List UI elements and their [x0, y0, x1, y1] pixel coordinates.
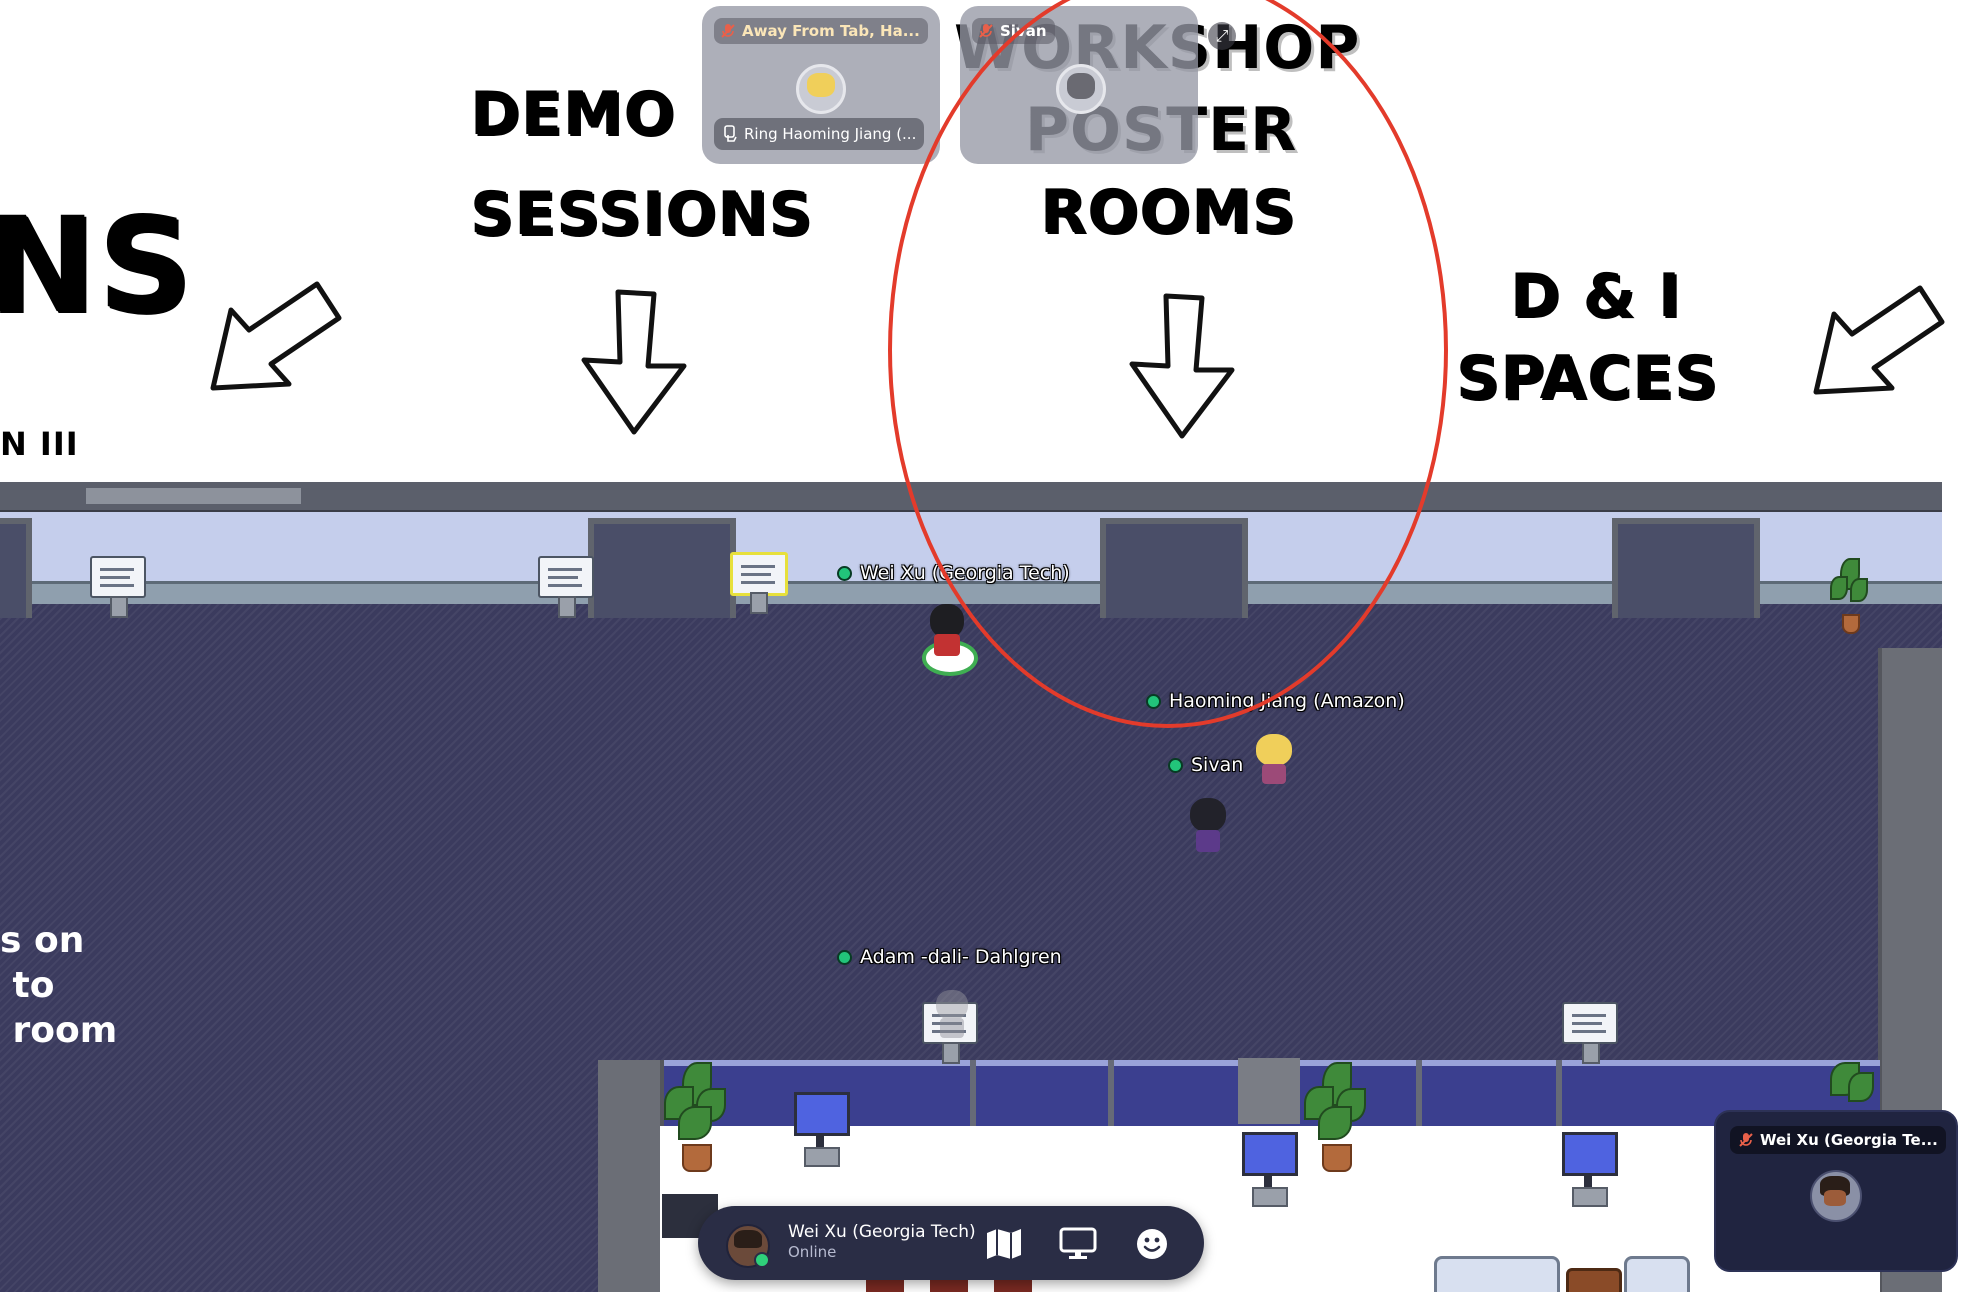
sign-workshop-line3: ROOMS [1040, 177, 1297, 247]
player-name-tag: Wei Xu (Georgia Tech) [837, 562, 1070, 584]
tile-name-label: Ring Haoming Jiang (... [714, 118, 925, 150]
couch [1624, 1256, 1690, 1292]
player-avatar-haoming-jiang[interactable] [1254, 734, 1294, 792]
ring-hand-icon [724, 125, 737, 142]
sign-left-sub: N III [0, 425, 79, 463]
player-name: Wei Xu (Georgia Tech) [860, 562, 1070, 584]
sign-left-partial: NS [0, 189, 194, 343]
game-viewport[interactable]: NS N III DEMO SESSIONS WORKSHOP POSTER R… [0, 0, 1962, 1292]
arrow-down-left-icon [210, 281, 342, 391]
online-status-dot [837, 565, 852, 581]
bottom-toolbar: Wei Xu (Georgia Tech) Online [698, 1206, 1204, 1280]
doorway[interactable] [1238, 1058, 1300, 1124]
self-avatar [1810, 1170, 1862, 1222]
player-avatar-sivan[interactable] [1188, 798, 1228, 858]
monitor-desk[interactable] [794, 1092, 850, 1167]
participant-video-tile[interactable]: Sivan ⤢ [960, 6, 1236, 164]
online-status-dot [1168, 757, 1183, 773]
couch [1434, 1256, 1560, 1292]
participant-video-tile[interactable]: Away From Tab, Ha... Ring Haoming Jiang … [702, 6, 940, 164]
smiley-icon[interactable] [1130, 1222, 1174, 1266]
player-name: Haoming Jiang (Amazon) [1169, 690, 1405, 712]
user-status[interactable]: Online [788, 1243, 836, 1261]
player-name-tag: Sivan [1168, 754, 1243, 776]
tile-status-text: Away From Tab, Ha... [742, 22, 920, 40]
participant-avatar [1056, 64, 1106, 114]
self-video-tile[interactable]: Wei Xu (Georgia Te... [1714, 1110, 1958, 1272]
monitor-icon[interactable] [1056, 1222, 1100, 1266]
player-name: Sivan [1191, 754, 1244, 776]
alcove [0, 518, 32, 618]
mic-muted-icon [1739, 1133, 1753, 1147]
expand-icon[interactable]: ⤢ [1208, 22, 1236, 50]
player-avatar-adam-dahlgren[interactable] [934, 990, 970, 1044]
player-avatar-wei-xu[interactable] [926, 604, 968, 664]
sign-demo-line1: DEMO [470, 79, 676, 149]
mic-muted-icon [721, 24, 735, 38]
poster-kiosk[interactable] [538, 556, 594, 618]
table [1566, 1268, 1622, 1292]
self-video-name: Wei Xu (Georgia Te... [1760, 1131, 1938, 1149]
player-name-tag: Adam -dali- Dahlgren [837, 946, 1062, 968]
plant [664, 1062, 726, 1172]
wall-divider [970, 1060, 976, 1126]
participant-avatar [796, 64, 846, 114]
plant [1818, 558, 1878, 634]
online-status-dot [754, 1252, 770, 1268]
mic-muted-icon [979, 24, 993, 38]
player-name: Adam -dali- Dahlgren [860, 946, 1062, 968]
tile-name-text: Ring Haoming Jiang (... [744, 125, 917, 143]
map-icon[interactable] [982, 1222, 1026, 1266]
self-video-label: Wei Xu (Georgia Te... [1730, 1126, 1946, 1154]
arrow-down-left-icon [1813, 285, 1945, 395]
alcove [1612, 518, 1760, 618]
tile-status-text: Sivan [1000, 22, 1047, 40]
muted-status-badge: Sivan [972, 18, 1055, 44]
wall-pillar [598, 1060, 664, 1292]
plant [1818, 1062, 1878, 1112]
user-name[interactable]: Wei Xu (Georgia Tech) [788, 1222, 976, 1242]
monitor-desk[interactable] [1242, 1132, 1298, 1207]
online-status-dot [837, 949, 852, 965]
wall-divider [1556, 1060, 1562, 1126]
sign-di-line2: SPACES [1456, 343, 1719, 413]
alcove [588, 518, 736, 618]
arrow-down-icon [581, 289, 687, 435]
poster-kiosk-highlighted[interactable] [730, 552, 788, 614]
plant [1304, 1062, 1366, 1172]
sign-demo-line2: SESSIONS [470, 179, 813, 249]
arrow-down-icon [1129, 293, 1235, 439]
wall-divider [1108, 1060, 1114, 1126]
wall-divider [1416, 1060, 1422, 1126]
away-status-badge: Away From Tab, Ha... [714, 18, 928, 44]
poster-kiosk[interactable] [1562, 1002, 1618, 1064]
player-name-tag: Haoming Jiang (Amazon) [1146, 690, 1405, 712]
monitor-desk[interactable] [1562, 1132, 1618, 1207]
wall-highlight [86, 488, 301, 504]
sign-di-line1: D & I [1510, 261, 1682, 331]
side-sign-text: s on to room [0, 920, 118, 1051]
online-status-dot [1146, 693, 1161, 709]
poster-kiosk[interactable] [90, 556, 146, 618]
alcove [1100, 518, 1248, 618]
